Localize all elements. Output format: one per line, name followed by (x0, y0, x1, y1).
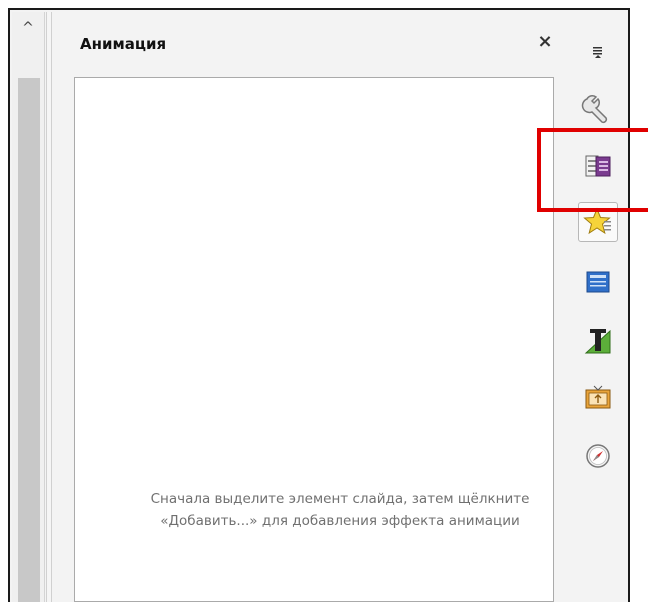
hint-line-1: Сначала выделите элемент слайда, затем щ… (150, 491, 530, 507)
pane-splitter[interactable] (46, 12, 52, 602)
scrollbar-thumb[interactable] (18, 78, 40, 602)
hint-line-2: «Добавить...» для добавления эффекта ани… (160, 513, 520, 529)
animation-list-area[interactable]: Сначала выделите элемент слайда, затем щ… (74, 77, 554, 602)
empty-hint: Сначала выделите элемент слайда, затем щ… (75, 488, 553, 532)
animation-panel: Анимация × Сначала выделите элемент слай… (62, 20, 568, 602)
panel-header: Анимация × (62, 20, 568, 70)
sidebar-tabbar (568, 12, 628, 602)
scroll-up-icon[interactable]: ^ (12, 14, 44, 42)
close-icon[interactable]: × (534, 30, 556, 52)
styles-icon[interactable] (578, 320, 618, 360)
slide-transition-icon[interactable] (578, 146, 618, 186)
gallery-icon[interactable] (578, 378, 618, 418)
navigator-compass-icon[interactable] (578, 436, 618, 476)
sidebar-menu-icon[interactable] (578, 32, 618, 72)
panel-title: Анимация (80, 35, 167, 53)
master-slides-icon[interactable] (578, 262, 618, 302)
animation-star-icon[interactable] (578, 202, 618, 242)
wrench-properties-icon[interactable] (578, 88, 618, 128)
